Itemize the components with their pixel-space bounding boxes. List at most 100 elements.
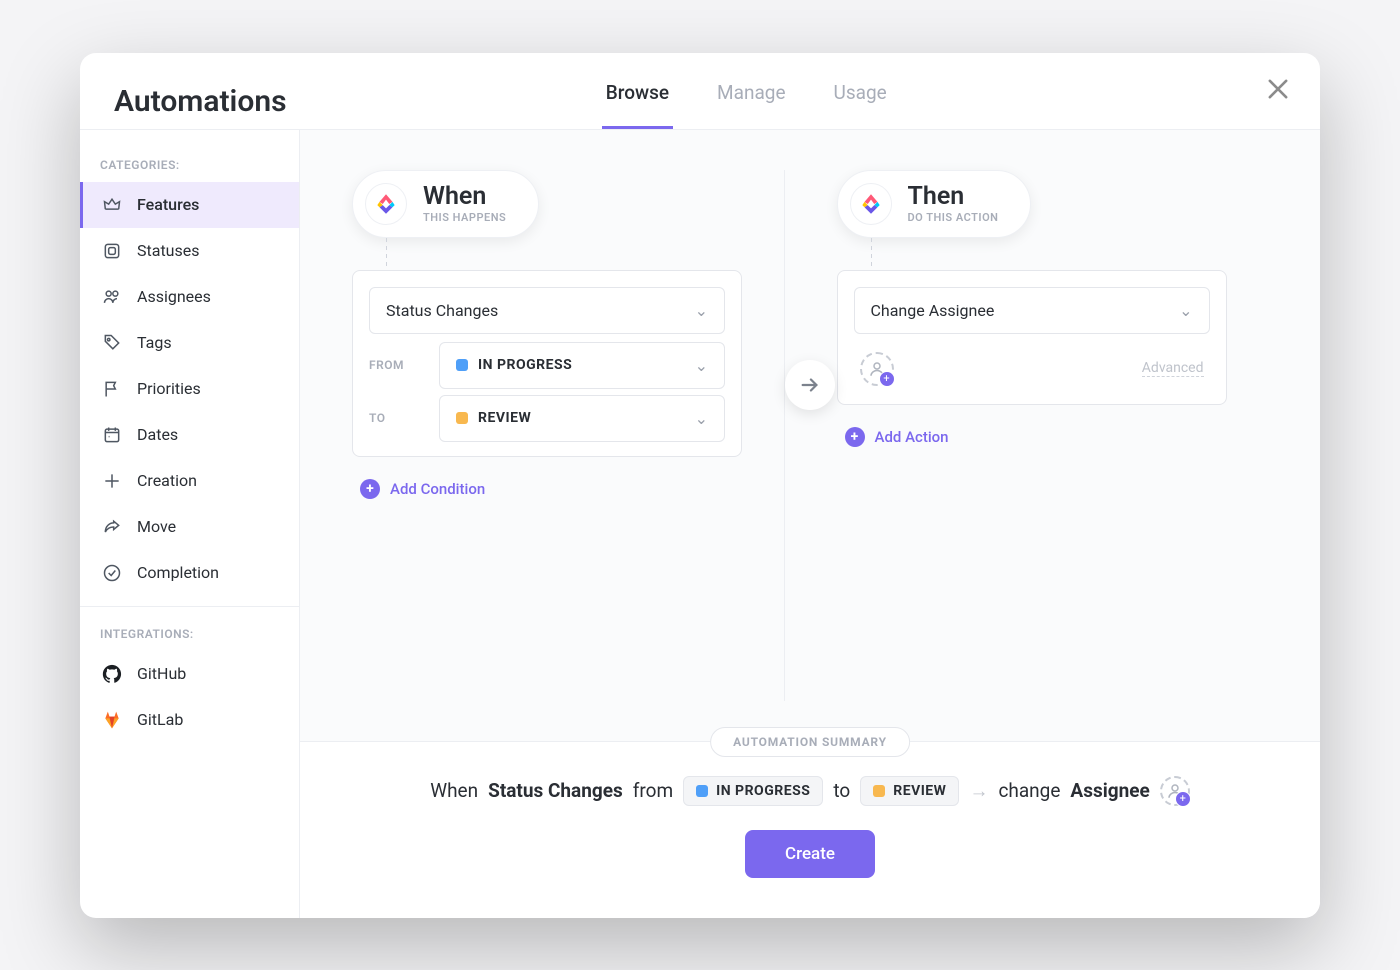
- builder-area: When THIS HAPPENS Status Changes ⌄ FROM: [300, 130, 1320, 741]
- sidebar-item-label: Dates: [137, 425, 178, 444]
- then-card: Change Assignee ⌄ + Advanced: [837, 270, 1227, 405]
- connector-line: [871, 238, 872, 270]
- from-status-value: IN PROGRESS: [478, 357, 572, 373]
- summary-trigger: Status Changes: [488, 779, 623, 802]
- then-column: Then DO THIS ACTION Change Assignee ⌄: [785, 170, 1269, 701]
- sidebar-item-features[interactable]: Features: [80, 182, 299, 228]
- add-action-label: Add Action: [875, 428, 949, 446]
- sidebar-item-tags[interactable]: Tags: [80, 320, 299, 366]
- sidebar-item-priorities[interactable]: Priorities: [80, 366, 299, 412]
- tab-manage[interactable]: Manage: [713, 75, 790, 129]
- sidebar-item-gitlab[interactable]: GitLab: [80, 697, 299, 743]
- add-condition-button[interactable]: + Add Condition: [360, 479, 485, 499]
- people-icon: [101, 286, 123, 308]
- summary-change: change: [998, 779, 1060, 802]
- status-color-dot: [456, 359, 468, 371]
- close-button[interactable]: [1264, 75, 1292, 103]
- app-logo-icon: [365, 183, 407, 225]
- automations-modal: Automations Browse Manage Usage CATEGORI…: [80, 53, 1320, 918]
- summary-from: from: [633, 779, 673, 802]
- sidebar-item-label: GitLab: [137, 710, 183, 729]
- then-header: Then DO THIS ACTION: [837, 170, 1032, 238]
- sidebar-item-dates[interactable]: Dates: [80, 412, 299, 458]
- summary-assignee-avatar[interactable]: +: [1160, 776, 1190, 806]
- sidebar-item-label: Tags: [137, 333, 172, 352]
- add-assignee-avatar[interactable]: +: [860, 352, 894, 386]
- section-integrations-heading: INTEGRATIONS:: [80, 617, 299, 651]
- header-tabs: Browse Manage Usage: [602, 75, 891, 129]
- section-categories-heading: CATEGORIES:: [80, 148, 299, 182]
- tab-browse[interactable]: Browse: [602, 75, 673, 129]
- chevron-down-icon: ⌄: [695, 356, 708, 375]
- arrow-indicator: [785, 360, 835, 410]
- sidebar-item-assignees[interactable]: Assignees: [80, 274, 299, 320]
- gitlab-icon: [101, 709, 123, 731]
- github-icon: [101, 663, 123, 685]
- add-action-button[interactable]: + Add Action: [845, 427, 949, 447]
- square-icon: [101, 240, 123, 262]
- sidebar-item-label: Completion: [137, 563, 219, 582]
- crown-icon: [101, 194, 123, 216]
- plus-badge-icon: +: [1175, 791, 1191, 807]
- chevron-down-icon: ⌄: [695, 409, 708, 428]
- plus-circle-icon: +: [360, 479, 380, 499]
- trigger-select[interactable]: Status Changes ⌄: [369, 287, 725, 334]
- sidebar-item-creation[interactable]: Creation: [80, 458, 299, 504]
- sidebar-item-label: GitHub: [137, 664, 186, 683]
- status-color-dot: [873, 785, 885, 797]
- sidebar-item-label: Move: [137, 517, 176, 536]
- when-subtitle: THIS HAPPENS: [423, 211, 506, 224]
- when-card: Status Changes ⌄ FROM IN PROGRESS ⌄ TO: [352, 270, 742, 457]
- to-label: TO: [369, 411, 439, 425]
- plus-badge-icon: +: [879, 371, 895, 387]
- create-button[interactable]: Create: [745, 830, 875, 878]
- plus-circle-icon: +: [845, 427, 865, 447]
- app-logo-icon: [850, 183, 892, 225]
- then-subtitle: DO THIS ACTION: [908, 211, 999, 224]
- calendar-icon: [101, 424, 123, 446]
- when-header: When THIS HAPPENS: [352, 170, 539, 238]
- summary-panel: AUTOMATION SUMMARY When Status Changes f…: [300, 741, 1320, 918]
- sidebar-item-statuses[interactable]: Statuses: [80, 228, 299, 274]
- action-select[interactable]: Change Assignee ⌄: [854, 287, 1210, 334]
- flag-icon: [101, 378, 123, 400]
- to-status-value: REVIEW: [478, 410, 531, 426]
- sidebar-item-label: Creation: [137, 471, 197, 490]
- close-icon: [1264, 75, 1292, 103]
- summary-to-chip: REVIEW: [860, 776, 959, 806]
- arrow-right-icon: [799, 374, 821, 396]
- check-circle-icon: [101, 562, 123, 584]
- arrow-right-icon: →: [969, 779, 988, 803]
- share-arrow-icon: [101, 516, 123, 538]
- sidebar-item-move[interactable]: Move: [80, 504, 299, 550]
- summary-to: to: [833, 779, 850, 802]
- sidebar-item-label: Priorities: [137, 379, 201, 398]
- sidebar: CATEGORIES: Features Statuses Assignees …: [80, 130, 300, 918]
- from-row: FROM IN PROGRESS ⌄: [369, 342, 725, 389]
- modal-body: CATEGORIES: Features Statuses Assignees …: [80, 130, 1320, 918]
- to-status-select[interactable]: REVIEW ⌄: [439, 395, 725, 442]
- summary-from-status: IN PROGRESS: [716, 783, 810, 799]
- assignee-row: + Advanced: [846, 342, 1218, 396]
- advanced-link[interactable]: Advanced: [1142, 360, 1204, 377]
- sidebar-item-github[interactable]: GitHub: [80, 651, 299, 697]
- sidebar-divider: [80, 606, 299, 607]
- chevron-down-icon: ⌄: [695, 301, 708, 320]
- modal-header: Automations Browse Manage Usage: [80, 53, 1320, 130]
- status-color-dot: [696, 785, 708, 797]
- from-label: FROM: [369, 358, 439, 372]
- sidebar-item-completion[interactable]: Completion: [80, 550, 299, 596]
- tab-usage[interactable]: Usage: [830, 75, 891, 129]
- sidebar-item-label: Assignees: [137, 287, 211, 306]
- modal-title: Automations: [114, 84, 287, 119]
- sidebar-item-label: Features: [137, 195, 199, 214]
- tag-icon: [101, 332, 123, 354]
- summary-when: When: [430, 779, 478, 802]
- summary-heading: AUTOMATION SUMMARY: [710, 727, 910, 757]
- plus-icon: [101, 470, 123, 492]
- summary-to-status: REVIEW: [893, 783, 946, 799]
- main-panel: When THIS HAPPENS Status Changes ⌄ FROM: [300, 130, 1320, 918]
- action-label: Change Assignee: [871, 301, 995, 320]
- from-status-select[interactable]: IN PROGRESS ⌄: [439, 342, 725, 389]
- connector-line: [386, 238, 387, 270]
